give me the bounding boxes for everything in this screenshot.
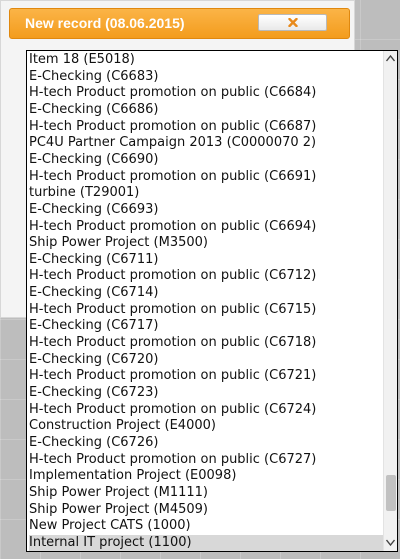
- list-item[interactable]: PC4U Partner Campaign 2013 (C0000070 2): [29, 135, 383, 152]
- list-item[interactable]: H-tech Product promotion on public (C672…: [29, 402, 383, 419]
- list-item[interactable]: Ship Power Project (M4509): [29, 502, 383, 519]
- scrollbar-thumb[interactable]: [386, 475, 396, 511]
- list-item[interactable]: E-Checking (C6686): [29, 102, 383, 119]
- list-scrollbar[interactable]: [383, 51, 397, 551]
- list-item[interactable]: E-Checking (C6711): [29, 252, 383, 269]
- list-item[interactable]: E-Checking (C6726): [29, 435, 383, 452]
- list-item[interactable]: H-tech Product promotion on public (C669…: [29, 219, 383, 236]
- list-item[interactable]: E-Checking (C6717): [29, 318, 383, 335]
- list-item[interactable]: Implementation Project (E0098): [29, 468, 383, 485]
- list-item[interactable]: H-tech Product promotion on public (C668…: [29, 85, 383, 102]
- dialog-titlebar: New record (08.06.2015): [9, 8, 350, 39]
- list-item[interactable]: New Project CATS (1000): [29, 518, 383, 535]
- list-item[interactable]: E-Checking (C6714): [29, 285, 383, 302]
- list-item[interactable]: Ship Power Project (M1111): [29, 485, 383, 502]
- list-item[interactable]: E-Checking (C6720): [29, 352, 383, 369]
- list-item[interactable]: E-Checking (C6690): [29, 152, 383, 169]
- list-item[interactable]: H-tech Product promotion on public (C668…: [29, 119, 383, 136]
- list-item[interactable]: turbine (T29001): [29, 185, 383, 202]
- list-item[interactable]: H-tech Product promotion on public (C671…: [29, 302, 383, 319]
- close-icon: [288, 18, 298, 27]
- scroll-down-button[interactable]: [384, 535, 397, 551]
- list-item[interactable]: H-tech Product promotion on public (C672…: [29, 368, 383, 385]
- list-item[interactable]: Item 18 (E5018): [29, 52, 383, 69]
- list-item[interactable]: H-tech Product promotion on public (C671…: [29, 335, 383, 352]
- list-item[interactable]: H-tech Product promotion on public (C672…: [29, 452, 383, 469]
- list-item[interactable]: E-Checking (C6683): [29, 69, 383, 86]
- list-item-selected[interactable]: Internal IT project (1100): [29, 534, 383, 551]
- list-item[interactable]: H-tech Product promotion on public (C671…: [29, 268, 383, 285]
- list-item[interactable]: Construction Project (E4000): [29, 418, 383, 435]
- list-item[interactable]: E-Checking (C6723): [29, 385, 383, 402]
- record-select-list[interactable]: Item 18 (E5018) E-Checking (C6683) H-tech …: [26, 50, 398, 552]
- list-item[interactable]: E-Checking (C6693): [29, 202, 383, 219]
- list-item[interactable]: Ship Power Project (M3500): [29, 235, 383, 252]
- close-button[interactable]: [258, 14, 327, 31]
- list-item[interactable]: H-tech Product promotion on public (C669…: [29, 169, 383, 186]
- scroll-up-button[interactable]: [384, 51, 397, 67]
- arrow-up-icon: [386, 55, 395, 62]
- arrow-down-icon: [386, 539, 395, 546]
- dialog-title: New record (08.06.2015): [25, 15, 185, 31]
